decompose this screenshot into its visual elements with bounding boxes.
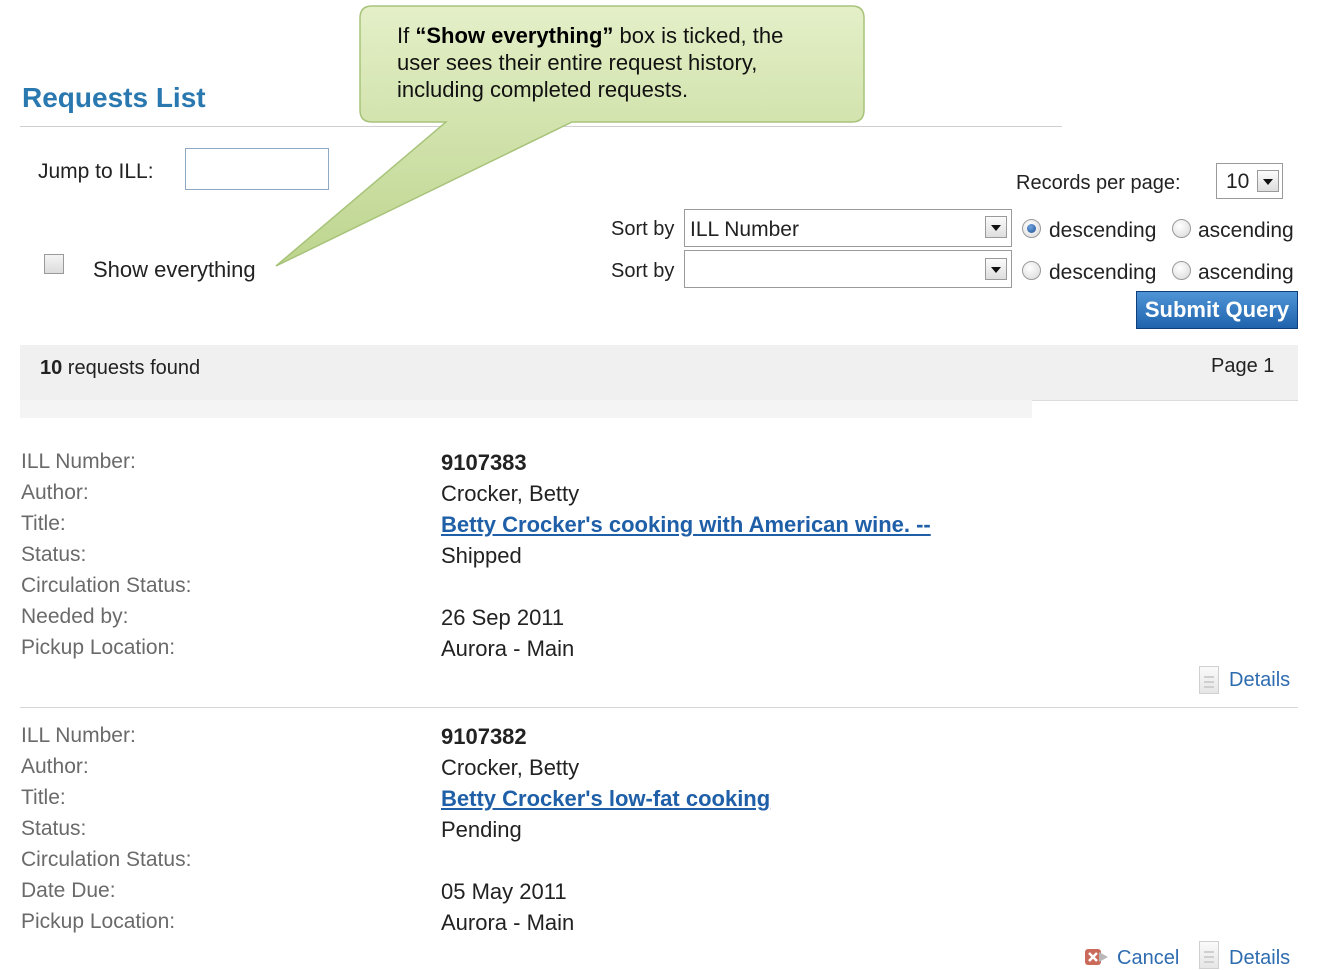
callout-text: If “Show everything” box is ticked, the … [397, 22, 827, 103]
callout-bubble [275, 5, 865, 267]
callout-highlight: “Show everything” [415, 23, 614, 48]
callout-prefix: If [397, 23, 416, 48]
